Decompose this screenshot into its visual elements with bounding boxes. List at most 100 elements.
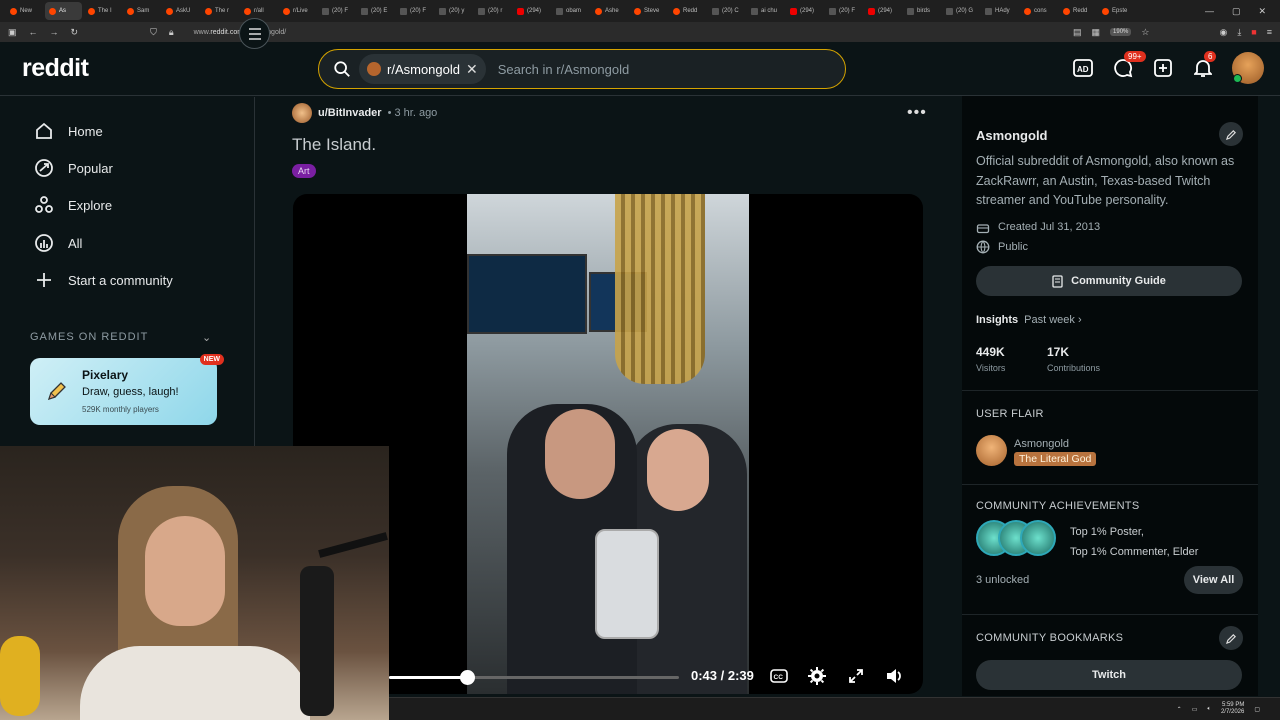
sidebar-toggle-icon[interactable]: ▣ — [8, 27, 17, 38]
menu-icon[interactable]: ≡ — [1267, 27, 1272, 37]
maximize-icon[interactable]: ▢ — [1232, 6, 1241, 17]
volume-icon[interactable] — [885, 666, 905, 686]
reddit-logo[interactable]: reddit — [22, 54, 89, 83]
browser-tab[interactable]: Epste — [1098, 2, 1135, 20]
community-guide-button[interactable]: Community Guide — [976, 266, 1242, 296]
subreddit-search-chip[interactable]: r/Asmongold ✕ — [359, 54, 486, 84]
browser-tab-label: Sam — [137, 8, 150, 14]
video-seek-bar[interactable] — [389, 670, 679, 685]
post-author-avatar[interactable] — [292, 103, 312, 123]
browser-tab[interactable]: (20) y — [435, 2, 472, 20]
more-options-icon[interactable]: ••• — [907, 104, 927, 122]
close-window-icon[interactable]: ✕ — [1258, 6, 1266, 17]
edit-icon[interactable] — [1219, 122, 1243, 146]
reload-icon[interactable]: ↻ — [71, 27, 79, 38]
post-author[interactable]: u/BitInvader — [318, 107, 382, 119]
network-icon[interactable]: ▭ — [1192, 706, 1198, 713]
browser-tab[interactable]: birds — [903, 2, 940, 20]
advertise-icon[interactable]: AD — [1072, 57, 1094, 79]
reddit-favicon-icon — [1102, 7, 1109, 15]
chat-icon[interactable]: 99+ — [1112, 51, 1146, 79]
back-icon[interactable]: ← — [29, 27, 38, 37]
browser-tab[interactable]: The I — [84, 2, 121, 20]
browser-tab[interactable]: cons — [1020, 2, 1057, 20]
reddit-favicon-icon — [166, 7, 173, 15]
post-title[interactable]: The Island. — [292, 135, 376, 155]
reader-view-icon[interactable]: ▤ — [1073, 27, 1082, 38]
clear-chip-icon[interactable]: ✕ — [466, 61, 478, 78]
visitors-stat: 449K Visitors — [976, 345, 1006, 373]
captions-icon[interactable]: CC — [769, 666, 789, 686]
search-bar[interactable]: r/Asmongold ✕ Search in r/Asmongold — [318, 49, 846, 89]
speaker-icon[interactable]: 🔈︎ — [1207, 706, 1211, 713]
nav-start-community[interactable]: Start a community — [34, 270, 173, 290]
browser-tab[interactable]: Sam — [123, 2, 160, 20]
chevron-down-icon[interactable]: ⌄ — [202, 331, 211, 344]
browser-tab[interactable]: (294) — [864, 2, 901, 20]
browser-tab[interactable]: The r — [201, 2, 238, 20]
notification-center-icon[interactable]: ▢ — [1254, 706, 1260, 713]
flair-username: Asmongold — [1014, 438, 1070, 450]
browser-tab[interactable]: (20) F — [396, 2, 433, 20]
browser-tab[interactable]: ai chu — [747, 2, 784, 20]
edit-bookmarks-icon[interactable] — [1219, 626, 1243, 650]
browser-tab[interactable]: AskU — [162, 2, 199, 20]
page-action-icon[interactable]: ▦ — [1092, 27, 1101, 38]
browser-tab[interactable]: New — [6, 2, 43, 20]
new-badge: NEW — [199, 354, 224, 365]
zoom-level[interactable]: 190% — [1110, 28, 1132, 36]
search-input[interactable]: Search in r/Asmongold — [498, 62, 630, 77]
globe-icon — [976, 240, 990, 254]
achievements-list: Top 1% Poster, Top 1% Commenter, Elder — [1070, 526, 1199, 558]
forward-icon[interactable]: → — [50, 27, 59, 37]
account-icon[interactable]: ◉ — [1219, 27, 1227, 38]
notifications-icon[interactable]: 6 — [1192, 51, 1217, 79]
nav-explore[interactable]: Explore — [34, 195, 112, 215]
pixelary-game-card[interactable]: Pixelary Draw, guess, laugh! 529K monthl… — [30, 354, 224, 425]
video-controls: 0:43 / 2:39 CC — [389, 664, 923, 694]
browser-tab[interactable]: HAdy — [981, 2, 1018, 20]
shield-icon[interactable]: ⛉ — [150, 27, 157, 38]
browser-tab[interactable]: As — [45, 2, 82, 20]
create-post-icon[interactable] — [1152, 57, 1174, 79]
bookmark-star-icon[interactable]: ☆ — [1141, 27, 1149, 38]
games-section-title[interactable]: GAMES ON REDDIT — [30, 331, 148, 343]
download-icon[interactable]: ⤓ — [1237, 27, 1241, 38]
browser-tab[interactable]: (20) F — [825, 2, 862, 20]
view-all-button[interactable]: View All — [1184, 566, 1243, 594]
browser-tab[interactable]: (20) G — [942, 2, 979, 20]
browser-tab[interactable]: (294) — [513, 2, 550, 20]
fullscreen-icon[interactable] — [846, 666, 866, 686]
browser-tab[interactable]: r/all — [240, 2, 277, 20]
user-avatar[interactable] — [1232, 52, 1264, 84]
x-favicon-icon — [985, 7, 992, 15]
browser-tab[interactable]: obam — [552, 2, 589, 20]
browser-tab[interactable]: (20) r — [474, 2, 511, 20]
taskbar-clock[interactable]: 5:59 PM 2/7/2026 — [1221, 702, 1244, 716]
collapse-sidebar-button[interactable] — [239, 18, 270, 49]
browser-tab[interactable]: (20) F — [318, 2, 355, 20]
tray-chevron-icon[interactable]: ⌃ — [1177, 706, 1182, 713]
browser-tab[interactable]: (20) C — [708, 2, 745, 20]
insights-header[interactable]: Insights Past week › — [976, 314, 1082, 326]
browser-tab[interactable]: r/Live — [279, 2, 316, 20]
seek-handle[interactable] — [460, 670, 476, 685]
browser-tab[interactable]: (294) — [786, 2, 823, 20]
browser-tab[interactable]: Steve — [630, 2, 667, 20]
settings-gear-icon[interactable] — [807, 666, 827, 686]
browser-tab[interactable]: Redd — [1059, 2, 1096, 20]
twitch-bookmark-button[interactable]: Twitch — [976, 660, 1242, 690]
nav-popular[interactable]: Popular — [34, 158, 113, 178]
browser-tab[interactable]: (20) E — [357, 2, 394, 20]
achievement-badges[interactable] — [976, 520, 1058, 556]
nav-home[interactable]: Home — [34, 121, 103, 141]
browser-tab[interactable]: Redd — [669, 2, 706, 20]
nav-all[interactable]: All — [34, 233, 82, 253]
post-flair[interactable]: Art — [292, 164, 316, 178]
minimize-icon[interactable]: — — [1205, 6, 1214, 17]
user-flair-tag[interactable]: The Literal God — [1014, 452, 1097, 466]
lock-icon: 🔒︎ — [168, 26, 174, 37]
chip-label: r/Asmongold — [387, 61, 460, 77]
extension-icon[interactable]: ■ — [1251, 27, 1256, 37]
browser-tab[interactable]: Ashe — [591, 2, 628, 20]
